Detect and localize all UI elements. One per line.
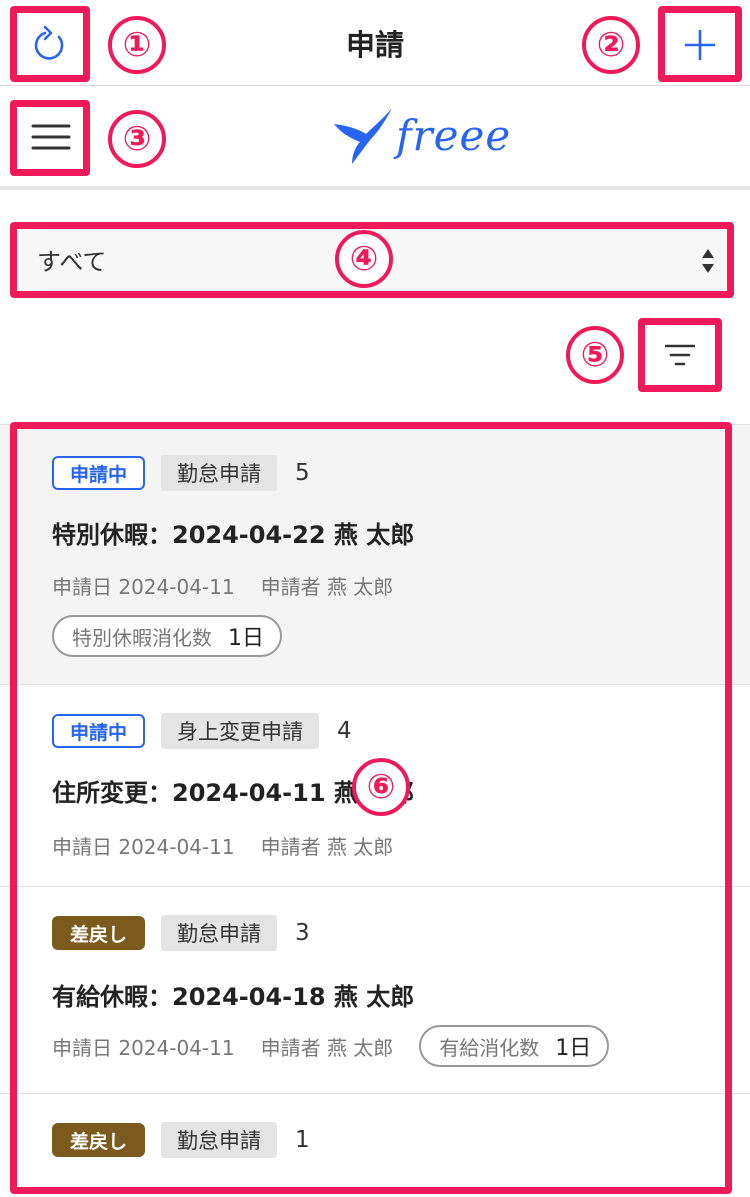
top-nav-bar: 申請: [0, 0, 750, 86]
plus-icon: [684, 29, 716, 61]
type-tag: 身上変更申請: [161, 713, 320, 749]
select-value: すべて: [37, 247, 107, 276]
freee-logo: freee: [330, 100, 511, 170]
applied-date: 申請日 2024-04-11: [52, 1035, 235, 1060]
applied-date: 申請日 2024-04-11: [52, 575, 235, 599]
list-item[interactable]: 申請中 身上変更申請 4 住所変更：2024-04-11 燕 太郎 申請日 20…: [0, 685, 750, 887]
pill-value: 1日: [555, 1036, 592, 1061]
pill-value: 1日: [228, 626, 264, 651]
type-tag: 勤怠申請: [161, 1122, 278, 1158]
request-number: 5: [295, 460, 310, 486]
status-filter-select[interactable]: すべて: [12, 224, 730, 294]
annotation-number-5: ⑤: [566, 326, 624, 384]
page-title: 申請: [345, 28, 404, 62]
applicant: 申請者 燕 太郎: [260, 835, 394, 859]
request-number: 3: [295, 920, 310, 946]
request-list: 申請中 勤怠申請 5 特別休暇：2024-04-22 燕 太郎 申請日 2024…: [0, 424, 750, 1194]
pill-label: 特別休暇消化数: [72, 625, 212, 650]
request-title: 住所変更：2024-04-11 燕 太郎: [52, 779, 415, 807]
request-number: 4: [337, 718, 352, 744]
list-item[interactable]: 申請中 勤怠申請 5 特別休暇：2024-04-22 燕 太郎 申請日 2024…: [0, 425, 750, 685]
request-number: 1: [295, 1127, 310, 1153]
usage-pill: 有給消化数 1日: [419, 1025, 610, 1067]
hamburger-icon: [31, 124, 71, 150]
brand-bar: freee: [0, 86, 750, 190]
select-arrows-icon: [702, 249, 714, 273]
filter-icon: [665, 344, 695, 366]
applied-date: 申請日 2024-04-11: [52, 835, 235, 859]
request-title: 特別休暇：2024-04-22 燕 太郎: [52, 521, 415, 549]
status-badge: 申請中: [52, 456, 146, 490]
list-item[interactable]: 差戻し 勤怠申請 3 有給休暇：2024-04-18 燕 太郎 申請日 2024…: [0, 887, 750, 1094]
status-badge: 申請中: [52, 714, 146, 748]
filter-button[interactable]: [642, 322, 718, 388]
applicant: 申請者 燕 太郎: [260, 1035, 394, 1060]
usage-pill: 特別休暇消化数 1日: [52, 615, 282, 657]
list-item[interactable]: 差戻し 勤怠申請 1: [0, 1094, 750, 1194]
logo-text: freee: [396, 110, 512, 160]
applicant: 申請者 燕 太郎: [260, 575, 394, 599]
type-tag: 勤怠申請: [161, 915, 278, 951]
swallow-logo-icon: [334, 108, 392, 164]
status-badge: 差戻し: [52, 1123, 146, 1157]
status-badge: 差戻し: [52, 916, 146, 950]
request-title: 有給休暇：2024-04-18 燕 太郎: [52, 983, 415, 1011]
add-request-button[interactable]: [662, 10, 738, 80]
menu-button[interactable]: [16, 102, 86, 172]
type-tag: 勤怠申請: [161, 455, 278, 491]
pill-label: 有給消化数: [439, 1035, 540, 1060]
